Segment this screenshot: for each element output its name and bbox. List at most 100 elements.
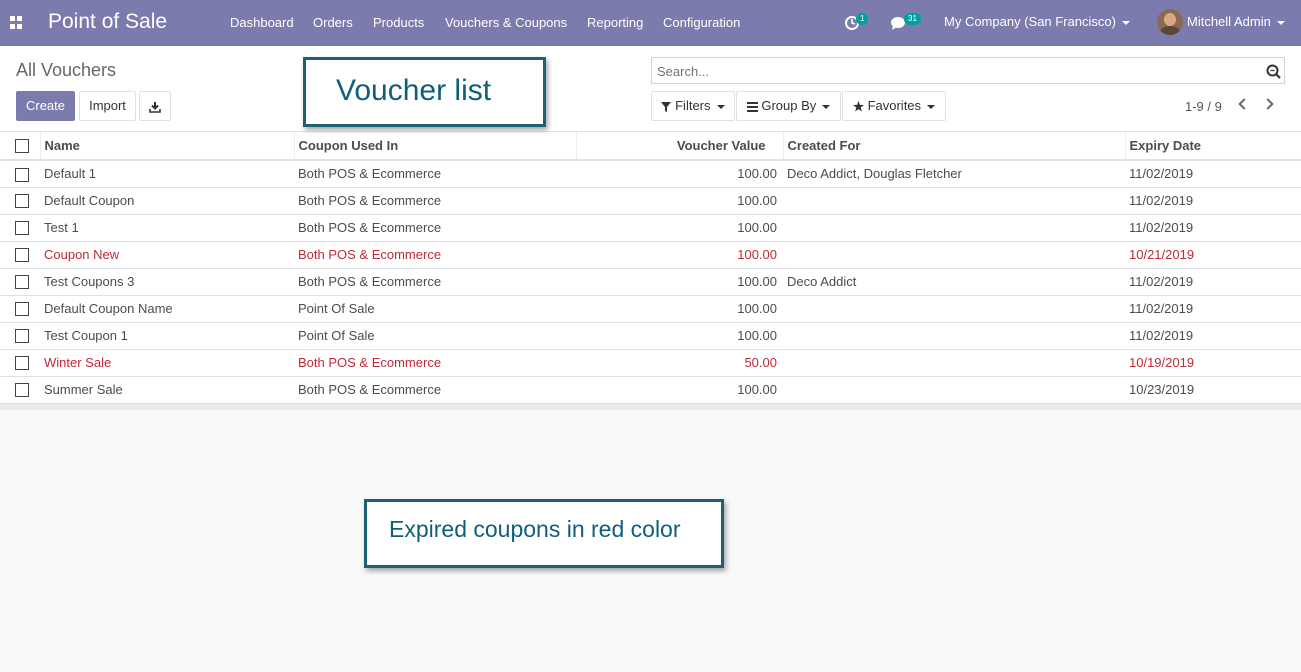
column-header-expiry[interactable]: Expiry Date (1124, 132, 1301, 161)
pager-value[interactable]: 1-9 / 9 (1185, 99, 1222, 114)
row-checkbox[interactable] (15, 302, 29, 317)
user-avatar[interactable] (1157, 9, 1183, 35)
menu-orders[interactable]: Orders (313, 15, 353, 30)
select-all-checkbox[interactable] (15, 139, 29, 154)
cell-expiry: 11/02/2019 (1125, 295, 1301, 323)
table-row[interactable]: Winter Sale Both POS & Ecommerce 50.00 10/1… (0, 349, 1301, 377)
cell-used-in: Both POS & Ecommerce (294, 376, 576, 404)
caret-down-icon (927, 104, 936, 109)
cell-expiry: 11/02/2019 (1125, 268, 1301, 296)
table-row[interactable]: Test 1 Both POS & Ecommerce 100.00 11/02/20… (0, 214, 1301, 242)
row-select-cell (0, 160, 40, 188)
search-input[interactable]: Search... (651, 57, 1285, 84)
menu-dashboard[interactable]: Dashboard (230, 15, 294, 30)
voucher-list-table: Name Coupon Used In Voucher Value Create… (0, 132, 1301, 404)
cell-name: Test 1 (40, 214, 294, 242)
row-checkbox[interactable] (15, 275, 29, 290)
cell-name: Test Coupon 1 (40, 322, 294, 350)
row-select-cell (0, 376, 40, 404)
cell-expiry: 11/02/2019 (1125, 322, 1301, 350)
message-count-badge: 31 (904, 13, 921, 25)
favorites-dropdown[interactable]: Favorites (842, 91, 946, 121)
list-icon (746, 101, 758, 112)
row-select-cell (0, 322, 40, 350)
table-header-row: Name Coupon Used In Voucher Value Create… (0, 132, 1301, 161)
row-select-cell (0, 241, 40, 269)
favorites-label: Favorites (867, 98, 922, 113)
table-row[interactable]: Test Coupons 3 Both POS & Ecommerce 100.00… (0, 268, 1301, 296)
cell-expiry: 10/21/2019 (1125, 241, 1301, 269)
cell-name: Coupon New (40, 241, 294, 269)
filters-label: Filters (675, 98, 711, 113)
column-header-value[interactable]: Voucher Value (575, 132, 783, 161)
row-checkbox[interactable] (15, 356, 29, 371)
row-checkbox[interactable] (15, 221, 29, 236)
table-row[interactable]: Test Coupon 1 Point Of Sale 100.00 11/02/20… (0, 322, 1301, 350)
export-button[interactable] (139, 91, 171, 121)
apps-menu-icon[interactable] (10, 16, 23, 29)
cell-value: 100.00 (576, 268, 783, 296)
column-header-created-for[interactable]: Created For (782, 132, 1125, 161)
groupby-dropdown[interactable]: Group By (736, 91, 841, 121)
cell-created-for (783, 214, 1125, 242)
table-row[interactable]: Default 1 Both POS & Ecommerce 100.00 Deco … (0, 160, 1301, 188)
row-checkbox[interactable] (15, 383, 29, 398)
cell-name: Test Coupons 3 (40, 268, 294, 296)
cell-used-in: Both POS & Ecommerce (294, 268, 576, 296)
search-icon[interactable] (1266, 64, 1281, 79)
row-checkbox[interactable] (15, 248, 29, 263)
cell-value: 100.00 (576, 376, 783, 404)
groupby-label: Group By (761, 98, 817, 113)
import-button[interactable]: Import (79, 91, 136, 121)
menu-reporting[interactable]: Reporting (587, 15, 643, 30)
table-row[interactable]: Default Coupon Both POS & Ecommerce 100.00… (0, 187, 1301, 215)
table-row[interactable]: Coupon New Both POS & Ecommerce 100.00 10/2… (0, 241, 1301, 269)
table-row[interactable]: Default Coupon Name Point Of Sale 100.00 11… (0, 295, 1301, 323)
cell-value: 100.00 (576, 187, 783, 215)
cell-expiry: 11/02/2019 (1125, 214, 1301, 242)
chevron-left-icon[interactable] (1238, 98, 1250, 110)
row-select-cell (0, 295, 40, 323)
activity-button[interactable]: 1 (844, 13, 870, 33)
cell-value: 50.00 (576, 349, 783, 377)
cell-value: 100.00 (576, 241, 783, 269)
cell-used-in: Both POS & Ecommerce (294, 241, 576, 269)
filters-dropdown[interactable]: Filters (651, 91, 735, 121)
row-checkbox[interactable] (15, 329, 29, 344)
cell-created-for (783, 187, 1125, 215)
cell-value: 100.00 (576, 295, 783, 323)
search-placeholder: Search... (657, 64, 710, 79)
cell-expiry: 11/02/2019 (1125, 160, 1301, 188)
cell-created-for (783, 241, 1125, 269)
cell-name: Winter Sale (40, 349, 294, 377)
menu-products[interactable]: Products (373, 15, 424, 30)
cell-created-for (783, 322, 1125, 350)
filter-icon (661, 101, 672, 112)
app-brand[interactable]: Point of Sale (48, 10, 167, 34)
user-name: Mitchell Admin (1187, 14, 1271, 29)
user-menu[interactable]: Mitchell Admin (1187, 14, 1285, 29)
caret-down-icon (822, 104, 831, 109)
voucher-list-callout: Voucher list (303, 57, 546, 127)
cell-expiry: 10/19/2019 (1125, 349, 1301, 377)
table-row[interactable]: Summer Sale Both POS & Ecommerce 100.00 10/… (0, 376, 1301, 404)
expired-coupons-callout: Expired coupons in red color (364, 499, 724, 568)
row-checkbox[interactable] (15, 194, 29, 209)
chevron-right-icon[interactable] (1262, 98, 1274, 110)
column-header-used-in[interactable]: Coupon Used In (293, 132, 576, 161)
top-navbar: Point of Sale Dashboard Orders Products … (0, 0, 1301, 46)
menu-vouchers-coupons[interactable]: Vouchers & Coupons (445, 15, 567, 30)
create-button[interactable]: Create (16, 91, 75, 121)
company-name: My Company (San Francisco) (944, 14, 1116, 29)
column-header-name[interactable]: Name (39, 132, 294, 161)
cell-created-for (783, 376, 1125, 404)
cell-used-in: Both POS & Ecommerce (294, 214, 576, 242)
row-select-cell (0, 349, 40, 377)
messages-button[interactable]: 31 (890, 13, 924, 33)
cell-created-for: Deco Addict, Douglas Fletcher (783, 160, 1125, 188)
company-switcher[interactable]: My Company (San Francisco) (944, 14, 1130, 29)
row-select-cell (0, 214, 40, 242)
menu-configuration[interactable]: Configuration (663, 15, 740, 30)
row-checkbox[interactable] (15, 167, 29, 182)
cell-created-for: Deco Addict (783, 268, 1125, 296)
